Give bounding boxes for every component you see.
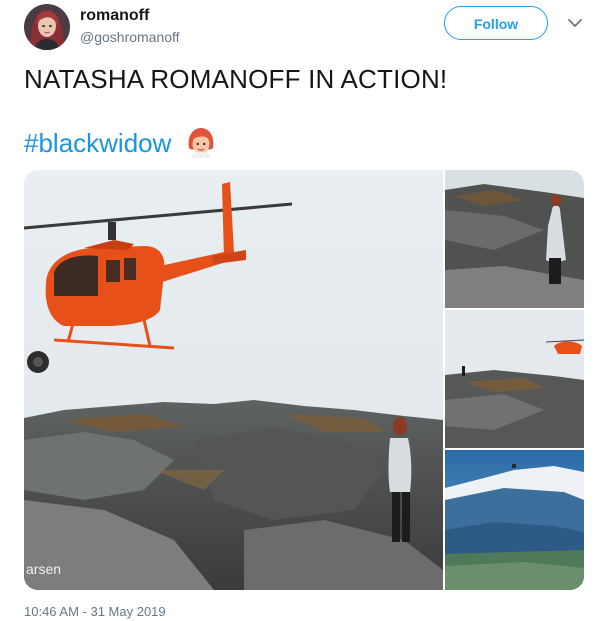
media-grid[interactable]: arsen xyxy=(24,170,584,590)
author-name[interactable]: romanoff xyxy=(80,7,149,25)
hashtag-link[interactable]: #blackwidow xyxy=(24,128,171,159)
tweet-timestamp[interactable]: 10:46 AM - 31 May 2019 xyxy=(24,604,166,619)
photo-watermark: arsen xyxy=(26,561,61,577)
avatar[interactable] xyxy=(24,4,70,50)
chevron-down-icon[interactable] xyxy=(566,17,584,29)
thumbnail-photo-2 xyxy=(445,310,584,448)
avatar-image xyxy=(24,4,70,50)
redhead-woman-emoji-icon xyxy=(188,128,214,158)
thumbnail-photo-1 xyxy=(445,170,584,308)
photo-collage: arsen xyxy=(24,170,584,590)
thumbnail-photo-3 xyxy=(445,450,584,590)
author-handle[interactable]: @goshromanoff xyxy=(80,29,180,45)
main-photo: arsen xyxy=(24,170,443,590)
tweet-text: NATASHA ROMANOFF IN ACTION! xyxy=(24,64,448,94)
follow-button[interactable]: Follow xyxy=(444,6,548,40)
